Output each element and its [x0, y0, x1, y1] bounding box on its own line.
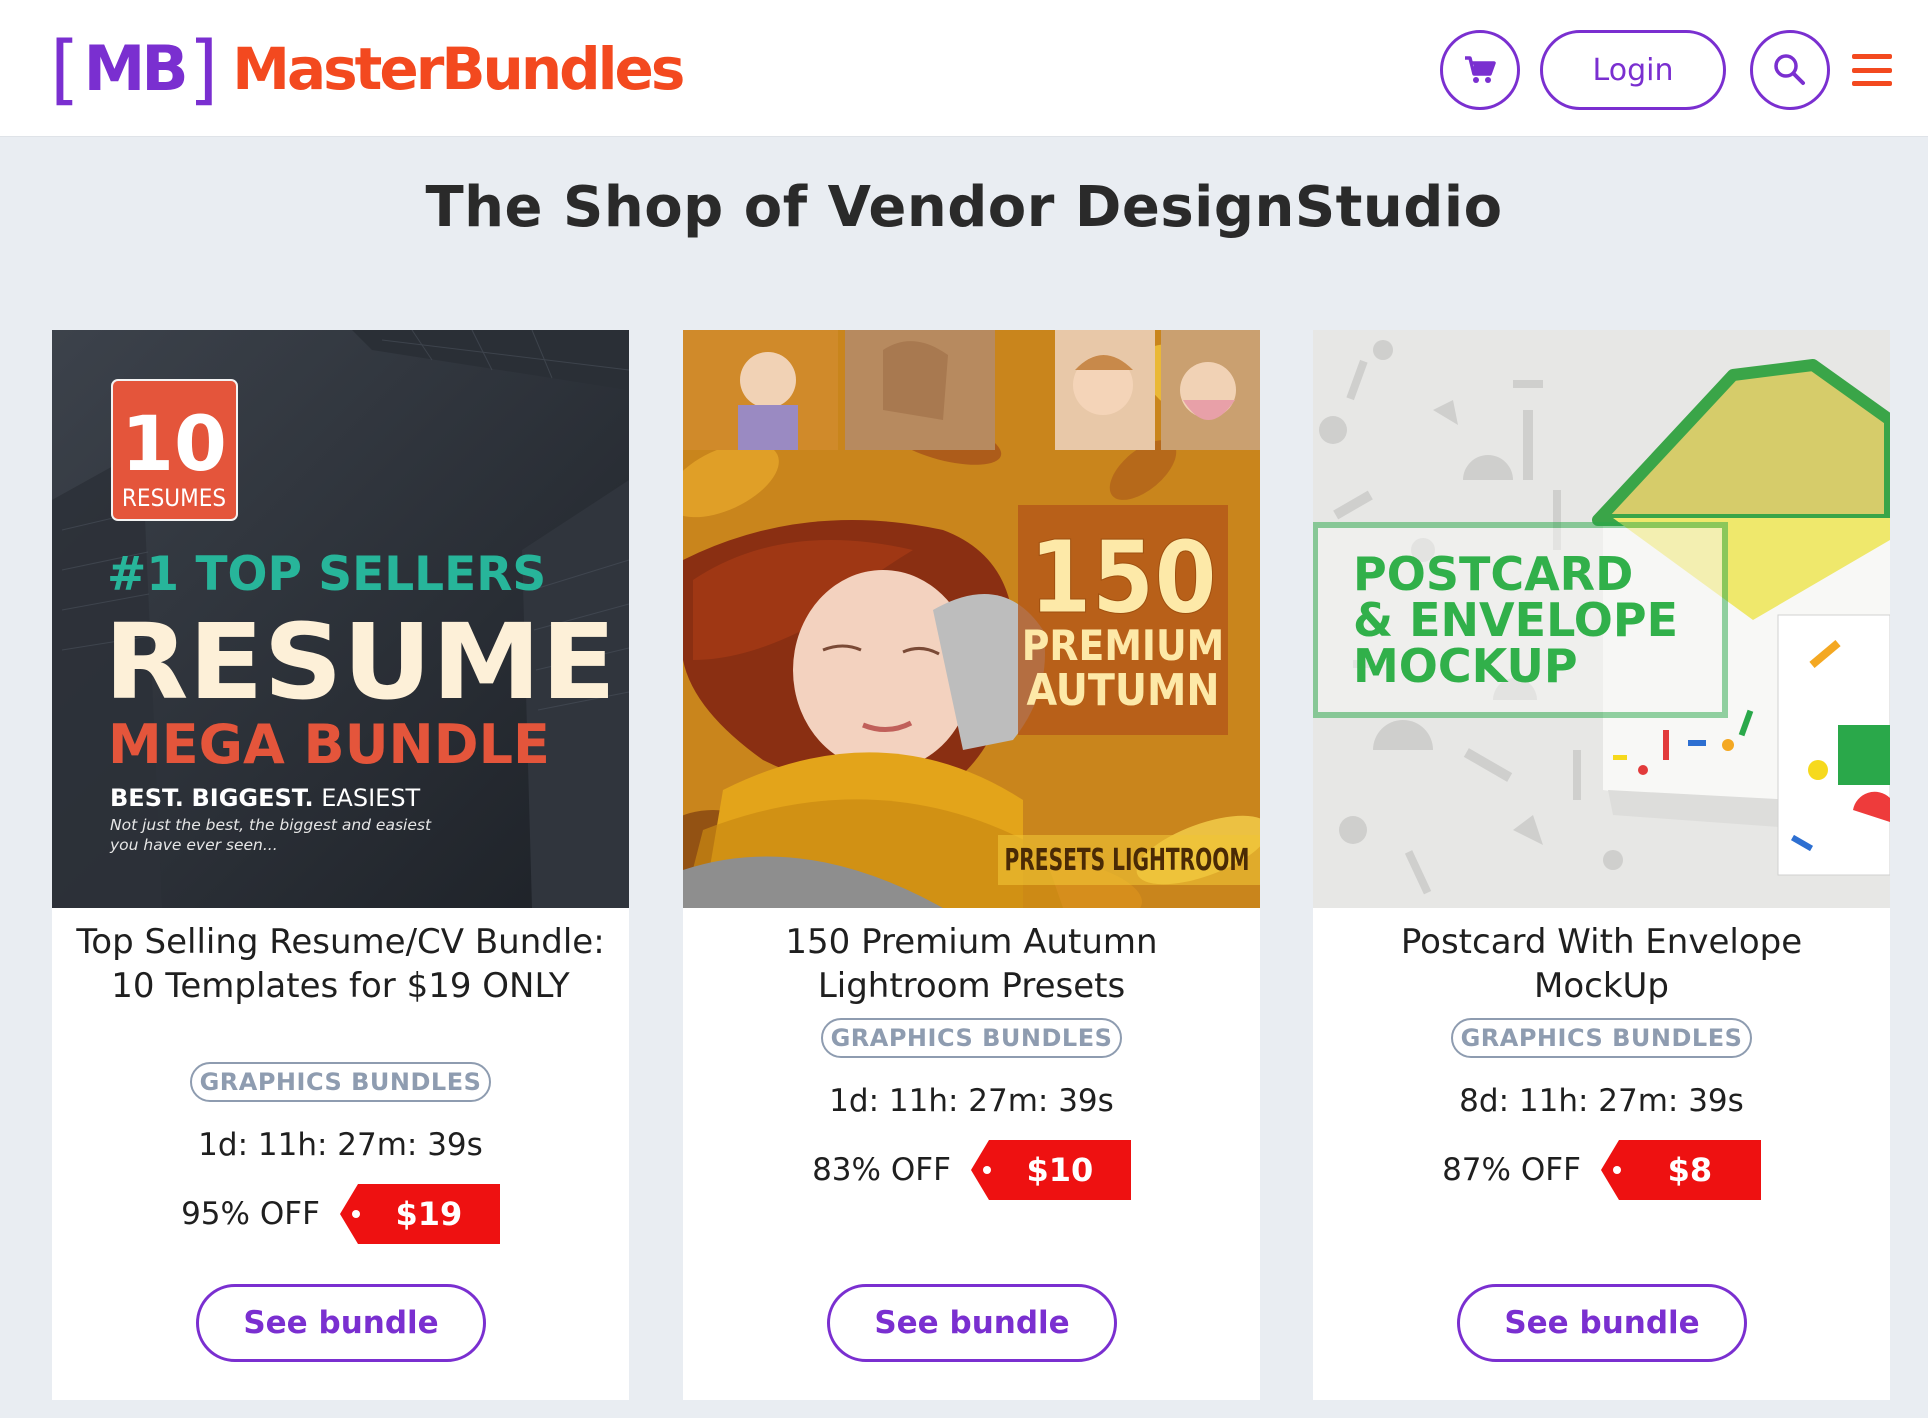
svg-text:BEST. BIGGEST.: BEST. BIGGEST. EASIEST [110, 784, 421, 812]
resume-count-text: 10 [121, 399, 227, 488]
countdown-timer: 1d: 11h: 27m: 39s [829, 1083, 1114, 1119]
svg-text:PRESETS LIGHTROOM: PRESETS LIGHTROOM [1005, 843, 1250, 878]
product-card: 150 PREMIUM AUTUMN PRESETS LIGHTROOM 150… [683, 330, 1260, 1400]
price-tag: $10 [970, 1140, 1131, 1200]
product-card: 10 RESUMES #1 TOP SELLERS RESUME MEGA BU… [52, 330, 629, 1400]
price-tag: $8 [1600, 1140, 1761, 1200]
discount-text: 83% OFF [812, 1152, 951, 1188]
svg-text:AUTUMN: AUTUMN [1026, 665, 1219, 716]
product-image-resume-bundle[interactable]: 10 RESUMES #1 TOP SELLERS RESUME MEGA BU… [52, 330, 629, 908]
see-bundle-button[interactable]: See bundle [1457, 1284, 1747, 1362]
login-button[interactable]: Login [1540, 30, 1726, 110]
search-icon [1774, 54, 1805, 85]
price-row: 83% OFF $10 [683, 1140, 1260, 1200]
site-logo[interactable]: [MB] MasterBundles [50, 23, 685, 113]
category-badge[interactable]: GRAPHICS BUNDLES [821, 1018, 1122, 1058]
category-badge[interactable]: GRAPHICS BUNDLES [1451, 1018, 1752, 1058]
product-title[interactable]: 150 Premium Autumn Lightroom Presets [703, 920, 1240, 1008]
svg-text:Not just the best, the biggest: Not just the best, the biggest and easie… [110, 816, 432, 834]
discount-text: 95% OFF [181, 1196, 320, 1232]
category-badge[interactable]: GRAPHICS BUNDLES [190, 1062, 491, 1102]
countdown-timer: 1d: 11h: 27m: 39s [198, 1127, 483, 1163]
product-title[interactable]: Top Selling Resume/CV Bundle: 10 Templat… [72, 920, 609, 1008]
logo-text: MasterBundles [232, 34, 685, 103]
hamburger-menu-icon[interactable] [1852, 54, 1892, 86]
top-sellers-text: #1 TOP SELLERS [107, 547, 546, 602]
mega-bundle-text: MEGA BUNDLE [108, 713, 550, 776]
product-image-postcard-mockup[interactable]: POSTCARD & ENVELOPE MOCKUP [1313, 330, 1890, 908]
cart-button[interactable] [1440, 30, 1520, 110]
product-image-autumn-presets[interactable]: 150 PREMIUM AUTUMN PRESETS LIGHTROOM [683, 330, 1260, 908]
svg-text:PREMIUM: PREMIUM [1022, 621, 1225, 670]
product-title[interactable]: Postcard With Envelope MockUp [1333, 920, 1870, 1008]
svg-text:you have ever seen...: you have ever seen... [109, 836, 278, 854]
resumes-label-text: RESUMES [122, 484, 226, 512]
product-card: POSTCARD & ENVELOPE MOCKUP Postcard With… [1313, 330, 1890, 1400]
site-header: [MB] MasterBundles Login [0, 0, 1928, 137]
price-value: $10 [1026, 1151, 1094, 1189]
logo-mark: [MB] [50, 23, 219, 113]
see-bundle-button[interactable]: See bundle [196, 1284, 486, 1362]
see-bundle-button[interactable]: See bundle [827, 1284, 1117, 1362]
page-title: The Shop of Vendor DesignStudio [425, 175, 1503, 240]
search-button[interactable] [1750, 30, 1830, 110]
price-row: 87% OFF $8 [1313, 1140, 1890, 1200]
price-value: $8 [1667, 1151, 1713, 1189]
price-tag: $19 [339, 1184, 500, 1244]
svg-text:MOCKUP: MOCKUP [1353, 639, 1578, 693]
presets-count-text: 150 [1029, 519, 1217, 636]
cart-icon [1465, 56, 1496, 83]
price-row: 95% OFF $19 [52, 1184, 629, 1244]
countdown-timer: 8d: 11h: 27m: 39s [1459, 1083, 1744, 1119]
price-value: $19 [395, 1195, 463, 1233]
discount-text: 87% OFF [1442, 1152, 1581, 1188]
resume-heading-text: RESUME [104, 601, 616, 723]
